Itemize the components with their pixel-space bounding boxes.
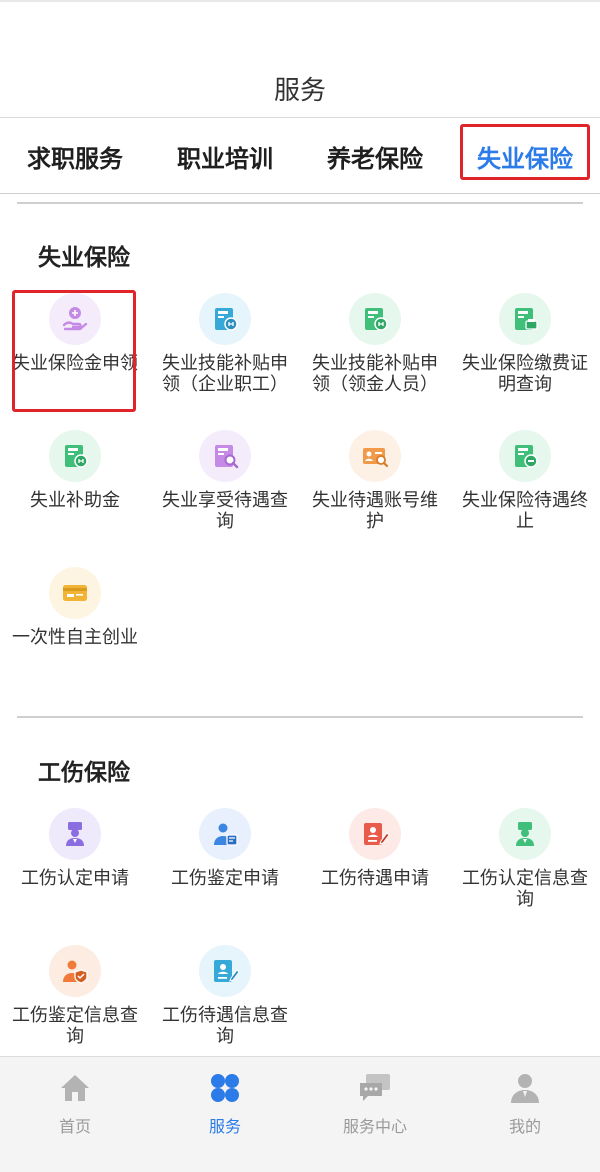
top-bar: 服务 <box>0 0 600 118</box>
service-label: 工伤待遇申请 <box>321 868 429 889</box>
service-label: 失业保险金申领 <box>12 353 138 374</box>
tab-unemployment-insurance[interactable]: 失业保险 <box>450 118 600 194</box>
person-shield-icon <box>49 945 101 997</box>
person-id-icon <box>499 808 551 860</box>
divider <box>17 716 583 718</box>
service-injury-identification-apply[interactable]: 工伤认定申请 <box>0 808 150 889</box>
bottom-nav: 首页 服务 服务中心 我的 <box>0 1056 600 1172</box>
service-label: 失业保险缴费证明查询 <box>462 353 588 395</box>
page-title: 服务 <box>273 76 326 106</box>
service-injury-benefit-apply[interactable]: 工伤待遇申请 <box>300 808 450 889</box>
doc-edit-icon <box>349 808 401 860</box>
service-label: 失业享受待遇查询 <box>162 490 288 532</box>
tab-vocational-training[interactable]: 职业培训 <box>150 118 300 194</box>
payment-print-icon <box>499 293 551 345</box>
nav-service[interactable]: 服务 <box>150 1057 300 1172</box>
subsidy-card-icon <box>199 293 251 345</box>
service-label: 工伤认定申请 <box>21 868 129 889</box>
service-injury-benefit-query[interactable]: 工伤待遇信息查询 <box>150 945 300 1047</box>
nav-label: 首页 <box>58 1117 91 1136</box>
chat-icon <box>360 1074 390 1101</box>
search-doc-icon <box>199 430 251 482</box>
subsidy-card-icon <box>49 430 101 482</box>
service-unemployment-allowance[interactable]: 失业补助金 <box>0 430 150 511</box>
service-label: 工伤鉴定信息查询 <box>12 1005 138 1047</box>
home-icon <box>61 1075 89 1101</box>
service-label: 工伤待遇信息查询 <box>162 1005 288 1047</box>
service-injury-appraisal-apply[interactable]: 工伤鉴定申请 <box>150 808 300 889</box>
service-label: 失业待遇账号维护 <box>312 490 438 532</box>
tab-job-service[interactable]: 求职服务 <box>0 118 150 194</box>
service-benefit-query[interactable]: 失业享受待遇查询 <box>150 430 300 532</box>
nav-label: 我的 <box>508 1117 541 1136</box>
stop-card-icon <box>499 430 551 482</box>
account-edit-icon <box>349 430 401 482</box>
service-label: 工伤认定信息查询 <box>462 868 588 910</box>
person-doc-icon <box>199 808 251 860</box>
service-payment-certificate-query[interactable]: 失业保险缴费证明查询 <box>450 293 600 395</box>
person-id-icon <box>49 808 101 860</box>
section-title-injury: 工伤保险 <box>38 760 130 786</box>
tab-pension-insurance[interactable]: 养老保险 <box>300 118 450 194</box>
service-label: 失业技能补贴申领（领金人员） <box>312 353 438 395</box>
service-label: 工伤鉴定申请 <box>171 868 279 889</box>
hand-money-icon <box>49 293 101 345</box>
user-icon <box>511 1074 539 1103</box>
service-injury-identification-query[interactable]: 工伤认定信息查询 <box>450 808 600 910</box>
service-skill-subsidy-recipient[interactable]: 失业技能补贴申领（领金人员） <box>300 293 450 395</box>
service-injury-appraisal-query[interactable]: 工伤鉴定信息查询 <box>0 945 150 1047</box>
service-label: 失业保险待遇终止 <box>462 490 588 532</box>
category-tabs: 求职服务 职业培训 养老保险 失业保险 <box>0 118 600 194</box>
service-unemployment-benefit-claim[interactable]: 失业保险金申领 <box>0 293 150 374</box>
nav-service-center[interactable]: 服务中心 <box>300 1057 450 1172</box>
card-icon <box>49 567 101 619</box>
service-label: 失业技能补贴申领（企业职工） <box>162 353 288 395</box>
subsidy-card-icon <box>349 293 401 345</box>
service-label: 失业补助金 <box>30 490 120 511</box>
status-line <box>0 0 600 2</box>
nav-mine[interactable]: 我的 <box>450 1057 600 1172</box>
service-benefit-termination[interactable]: 失业保险待遇终止 <box>450 430 600 532</box>
divider <box>17 202 583 204</box>
nav-home[interactable]: 首页 <box>0 1057 150 1172</box>
doc-edit-icon <box>199 945 251 997</box>
nav-label: 服务 <box>208 1117 241 1136</box>
service-account-maintenance[interactable]: 失业待遇账号维护 <box>300 430 450 532</box>
section-title-unemployment: 失业保险 <box>38 245 130 271</box>
service-label: 一次性自主创业 <box>12 627 138 648</box>
grid-icon <box>211 1074 239 1102</box>
service-skill-subsidy-enterprise[interactable]: 失业技能补贴申领（企业职工） <box>150 293 300 395</box>
nav-label: 服务中心 <box>342 1117 407 1136</box>
service-self-employment[interactable]: 一次性自主创业 <box>0 567 150 648</box>
